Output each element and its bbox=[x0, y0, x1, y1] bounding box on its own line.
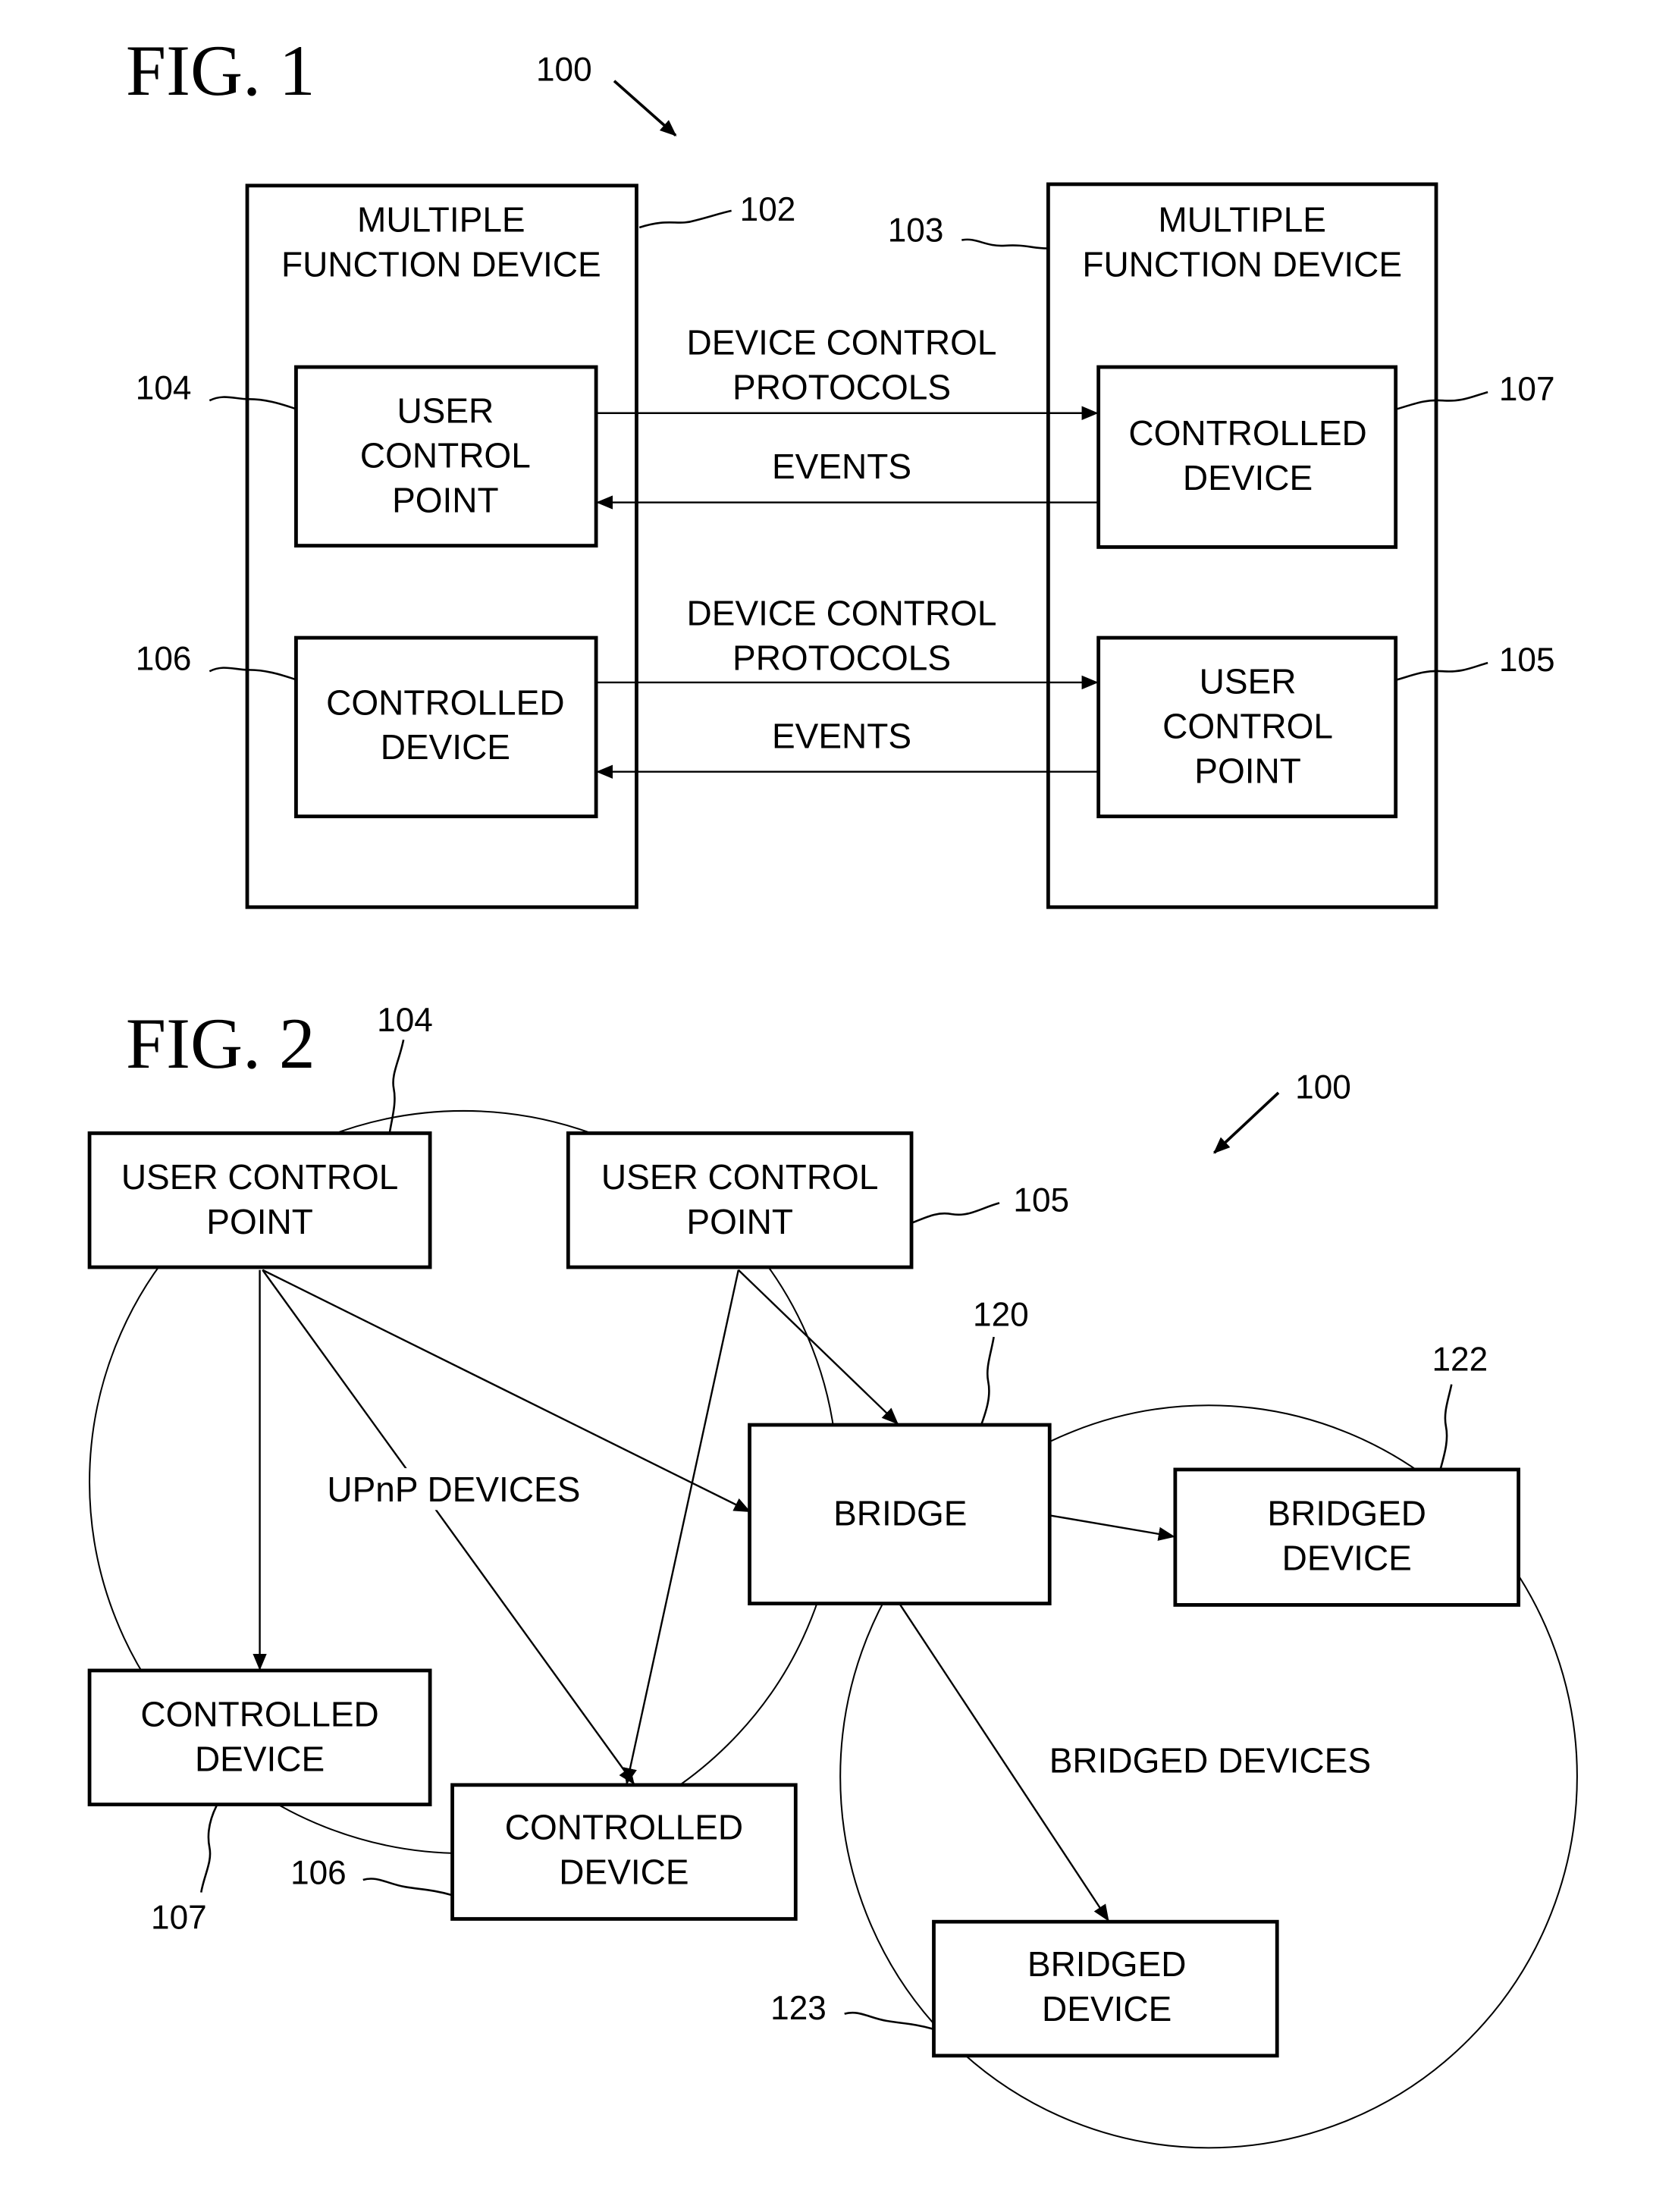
group-label-upnp-devices: UPnP DEVICES bbox=[327, 1470, 580, 1509]
node-label-line: BRIDGED bbox=[1267, 1494, 1426, 1533]
node-label-line: DEVICE bbox=[559, 1853, 689, 1892]
user-control-point-104: USER CONTROL POINT 104 bbox=[136, 365, 598, 548]
component-label-line: POINT bbox=[392, 480, 499, 519]
connection-label-line: EVENTS bbox=[772, 716, 911, 755]
edge-120-to-122 bbox=[1050, 1514, 1175, 1541]
connection-label-line: PROTOCOLS bbox=[732, 367, 951, 406]
controlled-device-107: CONTROLLED DEVICE 107 bbox=[87, 1668, 432, 1936]
component-label-line: USER bbox=[397, 391, 494, 431]
ref-label-105: 105 bbox=[1499, 642, 1555, 679]
arrow-icon bbox=[1213, 1091, 1280, 1154]
connection-protocols-104-to-107: DEVICE CONTROL PROTOCOLS bbox=[596, 322, 1099, 420]
ref-label-106: 106 bbox=[136, 640, 192, 677]
figure-1: FIG. 1 100 MULTIPLE FUNCTION DEVICE 102 … bbox=[126, 30, 1555, 909]
ref-label-120: 120 bbox=[973, 1296, 1029, 1333]
connection-protocols-106-to-105: DEVICE CONTROL PROTOCOLS bbox=[596, 593, 1099, 690]
device-label-line: MULTIPLE bbox=[357, 200, 525, 240]
controlled-device-107: CONTROLLED DEVICE 107 bbox=[1096, 365, 1555, 549]
group-label-bridged-devices: BRIDGED DEVICES bbox=[1049, 1740, 1371, 1780]
ref-label-106: 106 bbox=[290, 1855, 347, 1892]
arrow-icon bbox=[613, 80, 677, 136]
bridge-120: BRIDGE 120 bbox=[748, 1296, 1052, 1605]
node-label-line: USER CONTROL bbox=[601, 1157, 878, 1197]
ref-label-100: 100 bbox=[536, 52, 592, 89]
connection-label-line: DEVICE CONTROL bbox=[687, 593, 997, 632]
connection-label-line: PROTOCOLS bbox=[732, 638, 951, 677]
device-label-line: FUNCTION DEVICE bbox=[281, 244, 601, 284]
ref-label-100: 100 bbox=[1295, 1068, 1351, 1106]
ref-label-107: 107 bbox=[151, 1899, 207, 1936]
user-control-point-105: USER CONTROL POINT 105 bbox=[1096, 635, 1555, 819]
edge-105-to-106 bbox=[623, 1269, 740, 1785]
leader-line bbox=[1439, 1384, 1453, 1470]
figure-2-title: FIG. 2 bbox=[126, 1003, 315, 1084]
bridged-device-123: BRIDGED DEVICE 123 bbox=[770, 1919, 1279, 2058]
patent-drawing: FIG. 1 100 MULTIPLE FUNCTION DEVICE 102 … bbox=[87, 30, 1578, 2149]
component-label-line: USER bbox=[1200, 662, 1297, 701]
user-control-point-105: USER CONTROL POINT 105 bbox=[566, 1131, 1069, 1269]
component-label-line: DEVICE bbox=[381, 727, 510, 767]
leader-line bbox=[980, 1336, 995, 1426]
node-label-line: CONTROLLED bbox=[505, 1808, 743, 1847]
device-label-line: FUNCTION DEVICE bbox=[1082, 244, 1402, 284]
component-label-line: DEVICE bbox=[1183, 458, 1313, 497]
system-ref-100: 100 bbox=[1213, 1068, 1351, 1154]
connection-label-line: EVENTS bbox=[772, 447, 911, 486]
controlled-device-106: CONTROLLED DEVICE 106 bbox=[136, 635, 598, 819]
figure-2: FIG. 2 100 USER CONTROL POINT 104 USER C… bbox=[87, 1002, 1578, 2149]
leader-line bbox=[388, 1039, 405, 1134]
connection-events-105-to-106: EVENTS bbox=[596, 716, 1097, 779]
node-label-line: BRIDGE bbox=[833, 1494, 967, 1533]
leader-line bbox=[200, 1805, 218, 1893]
ref-label-102: 102 bbox=[740, 191, 796, 228]
component-label-line: CONTROL bbox=[1162, 707, 1333, 746]
leader-line bbox=[961, 238, 1047, 249]
ref-label-104: 104 bbox=[377, 1002, 433, 1039]
leader-line bbox=[912, 1202, 1000, 1224]
node-label-line: CONTROLLED bbox=[140, 1695, 378, 1734]
node-label-line: POINT bbox=[686, 1202, 793, 1241]
connection-label-line: DEVICE CONTROL bbox=[687, 322, 997, 362]
node-label-line: POINT bbox=[206, 1202, 313, 1241]
node-label-line: BRIDGED bbox=[1027, 1944, 1187, 1984]
component-label-line: CONTROL bbox=[360, 436, 531, 475]
edge-105-to-120 bbox=[738, 1269, 899, 1425]
ref-label-104: 104 bbox=[136, 369, 192, 406]
node-label-line: DEVICE bbox=[1042, 1989, 1172, 2028]
node-label-line: DEVICE bbox=[1282, 1538, 1412, 1577]
figure-1-title: FIG. 1 bbox=[126, 30, 315, 111]
ref-label-105: 105 bbox=[1013, 1181, 1069, 1219]
component-label-line: CONTROLLED bbox=[1128, 413, 1366, 453]
node-label-line: USER CONTROL bbox=[121, 1157, 398, 1197]
component-label-line: POINT bbox=[1194, 751, 1301, 790]
leader-line bbox=[362, 1878, 453, 1897]
leader-line bbox=[638, 209, 732, 229]
device-label-line: MULTIPLE bbox=[1158, 200, 1326, 240]
system-ref-100: 100 bbox=[536, 52, 677, 136]
bridged-device-122: BRIDGED DEVICE 122 bbox=[1173, 1341, 1520, 1607]
ref-label-122: 122 bbox=[1432, 1341, 1488, 1378]
node-label-line: DEVICE bbox=[195, 1739, 325, 1778]
ref-label-107: 107 bbox=[1499, 371, 1555, 408]
connection-events-107-to-104: EVENTS bbox=[596, 447, 1097, 510]
leader-line bbox=[844, 2011, 934, 2031]
ref-label-103: 103 bbox=[888, 212, 944, 249]
component-label-line: CONTROLLED bbox=[326, 682, 564, 722]
ref-label-123: 123 bbox=[770, 1990, 827, 2027]
